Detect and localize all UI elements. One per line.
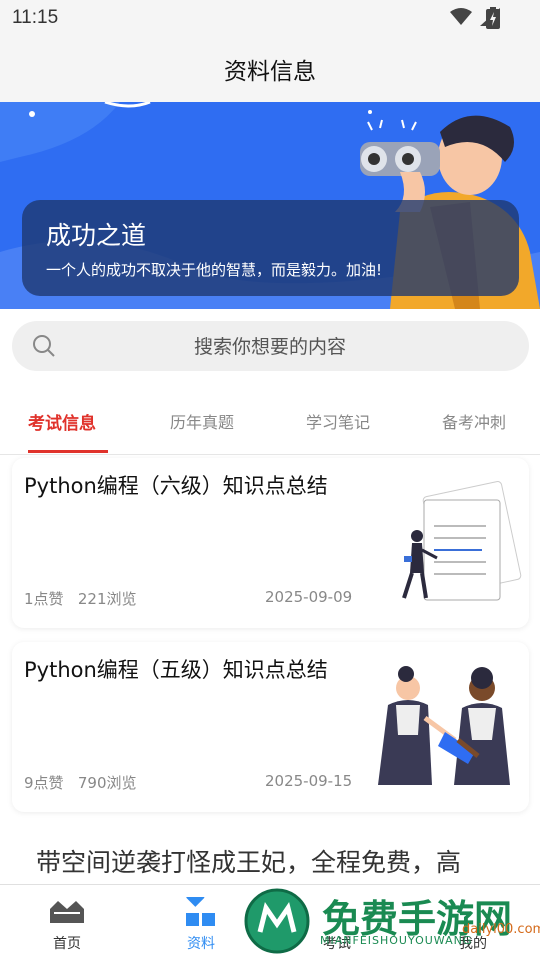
nav-home[interactable]: 首页 — [32, 885, 102, 961]
watermark: 免费手游网 MIANFEISHOUYOUWANG dailyl00.com — [240, 886, 540, 960]
tab-study-notes[interactable]: 学习笔记 — [306, 409, 370, 433]
article-likes: 1点赞 — [24, 590, 64, 608]
tab-past-papers[interactable]: 历年真题 — [170, 409, 234, 433]
tab-exam-sprint[interactable]: 备考冲刺 — [442, 409, 506, 433]
article-illustration — [378, 666, 510, 785]
article-date: 2025-09-09 — [265, 588, 353, 606]
article-stats: 9点赞 790浏览 — [24, 772, 137, 793]
watermark-logo-icon — [244, 888, 310, 954]
nav-home-label: 首页 — [53, 936, 81, 952]
home-icon — [50, 901, 84, 923]
article-date: 2025-09-15 — [265, 772, 353, 790]
tab-exam-info[interactable]: 考试信息 — [28, 409, 96, 434]
search-placeholder[interactable]: 搜索你想要的内容 — [0, 332, 540, 359]
article-card[interactable]: Python编程（五级）知识点总结 9点赞 790浏览 2025-09-15 — [12, 642, 529, 812]
tab-bar: 考试信息 历年真题 学习笔记 备考冲刺 — [0, 392, 540, 455]
page-title: 资料信息 — [224, 59, 316, 85]
article-card[interactable]: Python编程（六级）知识点总结 1点赞 221浏览 2025-09-09 — [12, 458, 529, 628]
watermark-url: dailyl00.com — [462, 922, 540, 937]
article-likes: 9点赞 — [24, 774, 64, 792]
article-title: Python编程（六级）知识点总结 — [24, 474, 328, 498]
wifi-icon — [450, 8, 472, 25]
title-bar: 资料信息 — [0, 36, 540, 102]
promo-text[interactable]: 带空间逆袭打怪成王妃，全程免费，高 — [36, 846, 506, 880]
nav-materials[interactable]: 资料 — [166, 885, 236, 961]
watermark-subtitle: MIANFEISHOUYOUWANG — [320, 934, 473, 947]
status-bar: 11:15 — [0, 0, 540, 36]
article-views: 790浏览 — [77, 774, 137, 792]
article-stats: 1点赞 221浏览 — [24, 588, 137, 609]
tab-active-indicator — [28, 450, 108, 453]
nav-materials-label: 资料 — [187, 936, 215, 952]
article-illustration — [402, 481, 522, 601]
grid-icon — [186, 897, 215, 926]
article-title: Python编程（五级）知识点总结 — [24, 658, 328, 682]
battery-icon — [486, 7, 500, 29]
article-views: 221浏览 — [77, 590, 137, 608]
banner-title: 成功之道 — [46, 221, 147, 250]
banner-subtitle: 一个人的成功不取决于他的智慧，而是毅力。加油! — [46, 261, 383, 279]
status-time: 11:15 — [12, 7, 59, 28]
